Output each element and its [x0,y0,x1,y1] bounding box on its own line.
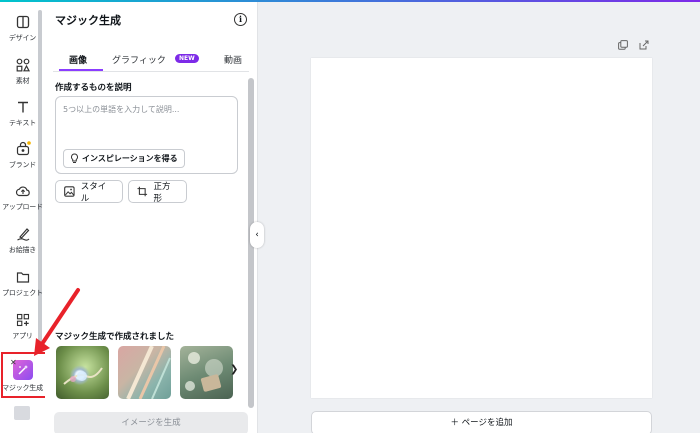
rail-thumbnail[interactable] [14,406,30,420]
rail-item-draw[interactable]: お絵描き [0,226,45,255]
rail-label: アプリ [12,332,33,340]
new-badge: NEW [175,54,199,63]
rail-item-design[interactable]: デザイン [0,14,45,43]
design-icon [16,15,29,29]
prompt-label: 作成するものを説明 [55,83,132,93]
example-image[interactable] [180,346,233,399]
crop-icon [137,186,148,197]
rail-item-text[interactable]: テキスト [0,99,45,128]
panel-tabs: 画像 グラフィック NEW 動画 [53,46,249,72]
rail-label: ブランド [8,161,37,169]
add-page-button[interactable]: ＋ ページを追加 [311,411,652,433]
rail-item-brand[interactable]: ブランド [0,141,45,170]
chevron-left-icon: ‹ [255,230,259,240]
upload-icon [15,186,30,197]
prompt-input[interactable]: 5つ以上の単語を入力して説明... インスピレーションを得る [55,96,238,174]
generate-button[interactable]: イメージを生成 [54,412,248,433]
style-label: スタイル [80,181,107,204]
rail-label: アップロード [2,203,43,211]
apps-icon [16,313,29,327]
rail-label: プロジェクト [2,289,43,297]
aspect-ratio-label: 正方形 [153,181,171,204]
elements-icon [16,58,30,72]
rail-label: デザイン [8,34,37,42]
design-page[interactable] [311,58,652,398]
draw-icon [16,228,29,241]
rail-label: テキスト [9,119,36,127]
rail-item-projects[interactable]: プロジェクト [0,269,45,298]
info-icon[interactable]: i [234,13,247,26]
style-button[interactable]: スタイル [55,180,123,204]
panel-title: マジック生成 [55,14,121,27]
highlight-box [1,352,47,398]
tab-video[interactable]: 動画 [224,53,242,66]
rail-label: 素材 [15,77,30,85]
text-icon [17,101,28,113]
inspiration-label: インスピレーションを得る [82,154,178,163]
rail-item-apps[interactable]: アプリ [0,312,45,341]
folder-icon [16,272,29,283]
rail-label: お絵描き [8,246,37,254]
examples-label: マジック生成で作成されました [55,332,175,342]
lightbulb-icon [71,153,78,163]
aspect-ratio-button[interactable]: 正方形 [128,180,187,204]
example-image[interactable] [118,346,171,399]
chevron-right-icon[interactable]: ❯ [230,364,238,375]
prompt-placeholder: 5つ以上の単語を入力して説明... [63,105,180,114]
active-tab-indicator [59,69,103,71]
tab-graphics[interactable]: グラフィック [112,53,166,66]
inspiration-button[interactable]: インスピレーションを得る [63,149,185,168]
example-image[interactable] [56,346,109,399]
brand-icon [16,141,31,156]
duplicate-page-icon[interactable] [618,40,628,50]
rail-item-elements[interactable]: 素材 [0,57,45,86]
rail-item-upload[interactable]: アップロード [0,183,45,212]
collapse-panel-button[interactable]: ‹ [250,222,264,248]
magic-media-panel: マジック生成 i 画像 グラフィック NEW 動画 作成するものを説明 5つ以上… [45,2,258,433]
image-icon [64,186,75,197]
tab-image[interactable]: 画像 [69,53,87,66]
add-page-icon[interactable] [639,40,649,50]
